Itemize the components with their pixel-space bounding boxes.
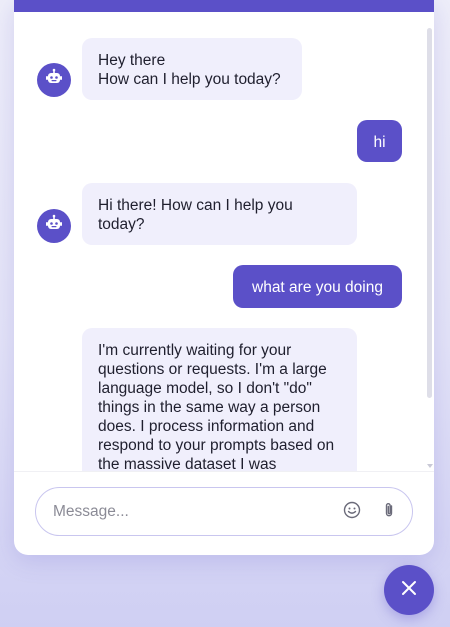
smiley-icon [343,501,361,524]
bot-avatar [37,209,71,243]
scroll-down-arrow-icon[interactable] [427,464,433,468]
paperclip-icon [380,501,398,524]
message-scrollbar[interactable] [425,12,434,471]
bot-message: Hey there How can I help you today? [82,38,302,100]
attach-button[interactable] [377,500,401,524]
close-icon [400,579,418,602]
close-chat-button[interactable] [384,565,434,615]
robot-icon [44,214,64,239]
chat-window: Hey there How can I help you today? hi H… [14,0,434,555]
message-list[interactable]: Hey there How can I help you today? hi H… [14,12,434,471]
robot-icon [44,68,64,93]
bot-avatar [37,63,71,97]
user-message: what are you doing [233,265,402,308]
composer-divider [14,471,434,472]
bot-message: I'm currently waiting for your questions… [82,328,357,471]
bot-message: Hi there! How can I help you today? [82,183,357,245]
message-input[interactable] [53,500,323,524]
scrollbar-thumb[interactable] [427,28,432,398]
message-composer [35,487,413,536]
chat-header-strip [14,0,434,12]
emoji-button[interactable] [340,500,364,524]
user-message: hi [357,120,402,162]
